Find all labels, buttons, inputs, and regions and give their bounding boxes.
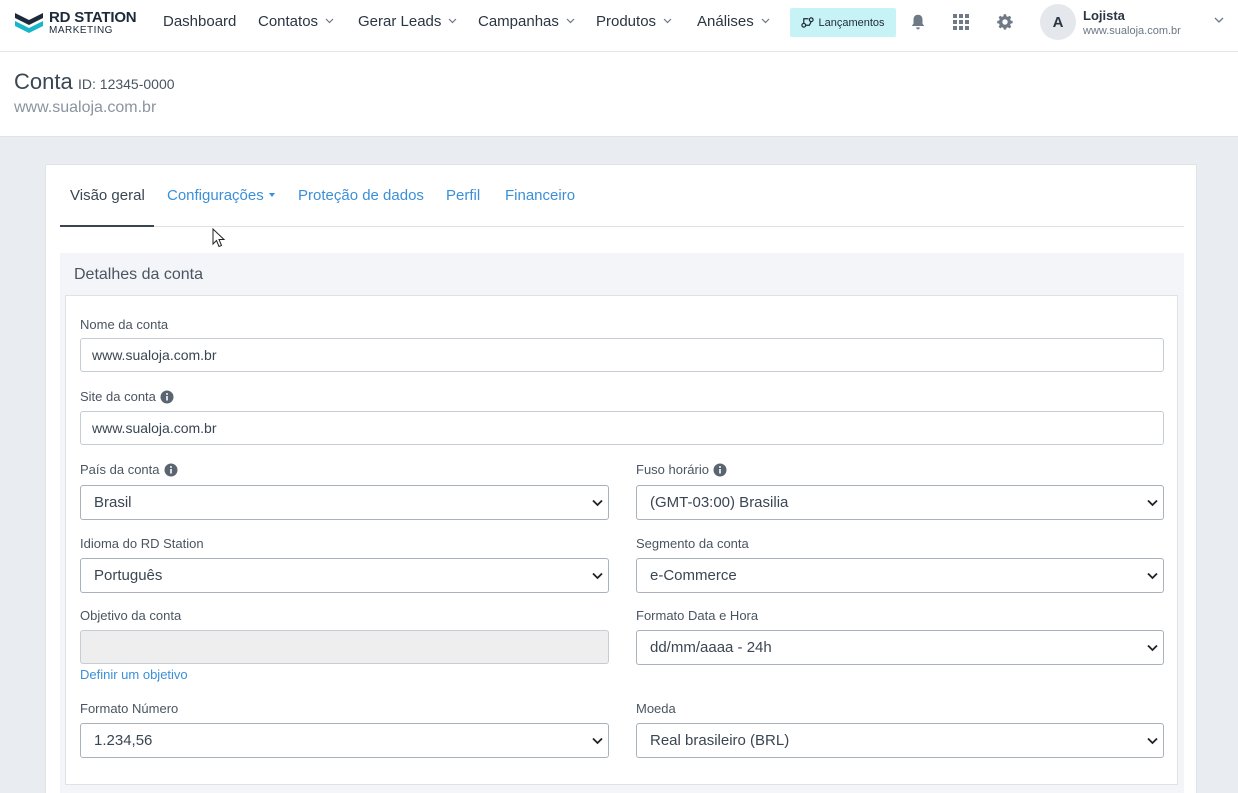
- chevron-down-icon: [566, 18, 575, 24]
- segmento-label: Segmento da conta: [636, 536, 749, 551]
- tab-protecao-de-dados[interactable]: Proteção de dados: [298, 187, 424, 204]
- rocket-icon: [801, 17, 815, 28]
- launches-label: Lançamentos: [818, 16, 885, 29]
- apps-grid-icon: [953, 14, 969, 30]
- objetivo-input: [80, 630, 609, 664]
- nav-gerar-leads[interactable]: Gerar Leads: [358, 0, 457, 42]
- user-name[interactable]: Lojista: [1083, 8, 1125, 23]
- page-subtitle: www.sualoja.com.br: [14, 99, 157, 116]
- nav-campanhas[interactable]: Campanhas: [478, 0, 575, 42]
- chevron-down-icon: [1147, 572, 1158, 580]
- chevron-down-icon: [761, 18, 770, 24]
- info-icon[interactable]: [160, 390, 174, 404]
- nav-contatos-label: Contatos: [258, 12, 319, 30]
- tab-visao-geral[interactable]: Visão geral: [70, 187, 145, 204]
- moeda-value: Real brasileiro (BRL): [650, 732, 790, 749]
- chevron-down-icon: [1147, 644, 1158, 652]
- apps-button[interactable]: [950, 11, 972, 33]
- formato-data-select[interactable]: dd/mm/aaaa - 24h: [636, 630, 1164, 665]
- fuso-value: (GMT-03:00) Brasilia: [650, 494, 789, 511]
- nome-input[interactable]: www.sualoja.com.br: [80, 338, 1164, 372]
- chevron-down-icon: [448, 18, 457, 24]
- nav-analises-label: Análises: [697, 12, 754, 30]
- tab-configuracoes[interactable]: Configurações: [167, 187, 275, 204]
- define-goal-link[interactable]: Definir um objetivo: [80, 667, 188, 682]
- tab-perfil-label: Perfil: [446, 187, 481, 204]
- segmento-select[interactable]: e-Commerce: [636, 558, 1164, 593]
- nome-value: www.sualoja.com.br: [92, 347, 217, 363]
- formato-numero-label: Formato Número: [80, 701, 179, 716]
- chevron-down-icon: [592, 572, 603, 580]
- nav-produtos[interactable]: Produtos: [596, 0, 672, 42]
- pais-value: Brasil: [94, 494, 132, 511]
- formato-data-value: dd/mm/aaaa - 24h: [650, 639, 772, 656]
- chevron-down-icon: [663, 18, 672, 24]
- chevron-down-icon: [592, 499, 603, 507]
- idioma-label: Idioma do RD Station: [80, 536, 204, 551]
- tab-perfil[interactable]: Perfil: [446, 187, 480, 204]
- chevron-down-icon: [1147, 499, 1158, 507]
- fuso-select[interactable]: (GMT-03:00) Brasilia: [636, 485, 1164, 520]
- nav-dashboard-label: Dashboard: [163, 12, 237, 30]
- launches-button[interactable]: Lançamentos: [790, 8, 896, 37]
- formato-numero-value: 1.234,56: [94, 732, 153, 749]
- caret-down-icon: [268, 193, 275, 198]
- tab-financeiro-label: Financeiro: [505, 187, 576, 204]
- logo-line1: RD STATION: [49, 9, 137, 26]
- site-input[interactable]: www.sualoja.com.br: [80, 411, 1164, 445]
- rd-logo-icon: [15, 13, 43, 33]
- account-card: Visão geral Configurações Proteção de da…: [45, 164, 1197, 793]
- gear-icon: [997, 14, 1013, 30]
- logo-line2: MARKETING: [49, 25, 113, 36]
- account-details-form: Nome da conta www.sualoja.com.br Site da…: [65, 295, 1178, 785]
- idioma-value: Português: [94, 567, 163, 584]
- nav-produtos-label: Produtos: [596, 12, 657, 30]
- user-avatar[interactable]: A: [1040, 4, 1076, 40]
- top-navbar: RD STATION MARKETING Dashboard Contatos …: [0, 0, 1238, 52]
- account-id: ID: 12345-0000: [78, 76, 175, 92]
- chevron-down-icon[interactable]: [1214, 17, 1224, 24]
- moeda-select[interactable]: Real brasileiro (BRL): [636, 723, 1164, 758]
- active-tab-indicator: [60, 225, 154, 227]
- chevron-down-icon: [1147, 737, 1158, 745]
- nav-analises[interactable]: Análises: [697, 0, 770, 42]
- formato-numero-select[interactable]: 1.234,56: [80, 723, 609, 758]
- formato-data-label: Formato Data e Hora: [636, 608, 759, 623]
- objetivo-label: Objetivo da conta: [80, 608, 182, 623]
- info-icon[interactable]: [713, 463, 727, 477]
- nome-label: Nome da conta: [80, 317, 169, 332]
- rd-station-logo[interactable]: RD STATION MARKETING: [14, 9, 140, 37]
- avatar-initial: A: [1052, 13, 1064, 31]
- tab-configuracoes-label: Configurações: [167, 187, 264, 204]
- nav-gerar-leads-label: Gerar Leads: [358, 12, 442, 30]
- moeda-label: Moeda: [636, 701, 676, 716]
- nav-campanhas-label: Campanhas: [478, 12, 559, 30]
- segmento-value: e-Commerce: [650, 567, 737, 584]
- tabs-bar: Visão geral Configurações Proteção de da…: [60, 165, 1184, 227]
- notifications-button[interactable]: [907, 11, 929, 33]
- pais-select[interactable]: Brasil: [80, 485, 609, 520]
- pais-label: País da conta: [80, 462, 178, 477]
- page-title: Conta: [14, 69, 73, 94]
- bell-icon: [911, 14, 925, 30]
- chevron-down-icon: [592, 737, 603, 745]
- section-title: Detalhes da conta: [74, 266, 203, 283]
- settings-button[interactable]: [994, 11, 1016, 33]
- chevron-down-icon: [325, 18, 334, 24]
- tab-financeiro[interactable]: Financeiro: [505, 187, 575, 204]
- tab-visao-geral-label: Visão geral: [70, 187, 145, 204]
- idioma-select[interactable]: Português: [80, 558, 609, 593]
- page-header: Conta ID: 12345-0000 www.sualoja.com.br: [0, 52, 1238, 137]
- info-icon[interactable]: [164, 463, 178, 477]
- site-value: www.sualoja.com.br: [92, 420, 217, 436]
- nav-dashboard[interactable]: Dashboard: [163, 0, 236, 42]
- site-label: Site da conta: [80, 389, 174, 404]
- nav-contatos[interactable]: Contatos: [258, 0, 334, 42]
- fuso-label: Fuso horário: [636, 462, 727, 477]
- user-site: www.sualoja.com.br: [1083, 25, 1181, 37]
- account-details-section: Detalhes da conta Nome da conta www.sual…: [60, 253, 1184, 793]
- mouse-cursor-icon: [212, 228, 226, 248]
- tab-protecao-label: Proteção de dados: [298, 187, 424, 204]
